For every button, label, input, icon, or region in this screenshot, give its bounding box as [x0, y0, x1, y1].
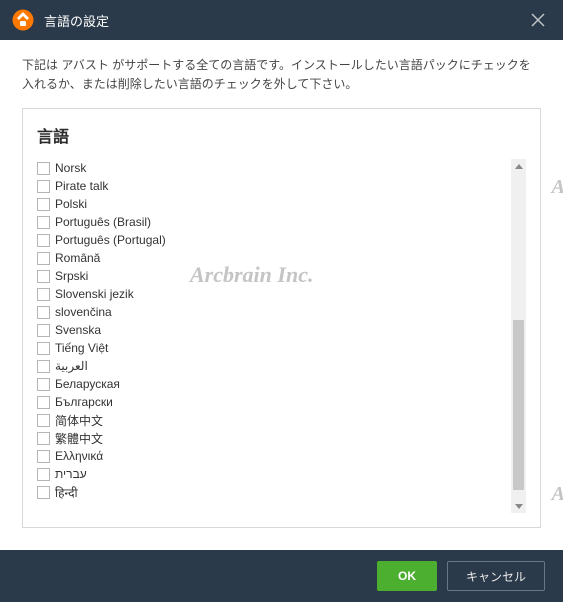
language-checkbox[interactable]	[37, 252, 50, 265]
description-text: 下記は アバスト がサポートする全ての言語です。インストールしたい言語パックにチ…	[0, 40, 563, 108]
language-item[interactable]: 简体中文	[37, 411, 509, 429]
footer: OK キャンセル	[0, 550, 563, 602]
language-label: Ελληνικά	[55, 449, 103, 463]
language-item[interactable]: Pirate talk	[37, 177, 509, 195]
language-checkbox[interactable]	[37, 360, 50, 373]
close-icon	[531, 13, 545, 27]
language-item[interactable]: العربية	[37, 357, 509, 375]
language-item[interactable]: Slovenski jezik	[37, 285, 509, 303]
language-checkbox[interactable]	[37, 486, 50, 499]
language-item[interactable]: Ελληνικά	[37, 447, 509, 465]
scroll-thumb[interactable]	[513, 320, 524, 490]
language-checkbox[interactable]	[37, 180, 50, 193]
language-item[interactable]: Polski	[37, 195, 509, 213]
language-item[interactable]: Tiếng Việt	[37, 339, 509, 357]
language-checkbox[interactable]	[37, 324, 50, 337]
language-item[interactable]: עברית	[37, 465, 509, 483]
language-label: हिन्दी	[55, 484, 78, 501]
language-checkbox[interactable]	[37, 396, 50, 409]
language-label: Português (Brasil)	[55, 215, 151, 229]
scroll-track[interactable]	[511, 173, 526, 499]
language-label: Slovenski jezik	[55, 287, 134, 301]
language-item[interactable]: Svenska	[37, 321, 509, 339]
language-label: Pirate talk	[55, 179, 108, 193]
language-item[interactable]: Srpski	[37, 267, 509, 285]
language-item[interactable]: Română	[37, 249, 509, 267]
language-label: Беларуская	[55, 377, 120, 391]
scrollbar[interactable]	[511, 159, 526, 513]
language-item[interactable]: Português (Brasil)	[37, 213, 509, 231]
language-label: Norsk	[55, 161, 86, 175]
language-label: العربية	[55, 359, 88, 373]
language-label: 简体中文	[55, 412, 103, 429]
language-checkbox[interactable]	[37, 162, 50, 175]
chevron-up-icon	[515, 164, 523, 169]
cancel-button[interactable]: キャンセル	[447, 561, 545, 591]
language-panel: 言語 Norsk Pirate talk Polski Português (Bras…	[22, 108, 541, 528]
language-checkbox[interactable]	[37, 270, 50, 283]
language-checkbox[interactable]	[37, 216, 50, 229]
language-checkbox[interactable]	[37, 288, 50, 301]
language-label: slovenčina	[55, 305, 112, 319]
language-item[interactable]: Български	[37, 393, 509, 411]
language-list-wrap: Norsk Pirate talk Polski Português (Brasil)…	[37, 159, 526, 513]
language-label: עברית	[55, 467, 87, 481]
language-label: Svenska	[55, 323, 101, 337]
watermark: A	[552, 483, 563, 506]
language-label: Português (Portugal)	[55, 233, 166, 247]
ok-button[interactable]: OK	[377, 561, 437, 591]
language-item[interactable]: slovenčina	[37, 303, 509, 321]
watermark: A	[552, 176, 563, 199]
language-checkbox[interactable]	[37, 450, 50, 463]
language-checkbox[interactable]	[37, 306, 50, 319]
titlebar: 言語の設定	[0, 0, 563, 40]
language-checkbox[interactable]	[37, 234, 50, 247]
chevron-down-icon	[515, 504, 523, 509]
language-list: Norsk Pirate talk Polski Português (Brasil)…	[37, 159, 511, 513]
scroll-up-button[interactable]	[511, 159, 526, 173]
language-item[interactable]: Norsk	[37, 159, 509, 177]
language-item[interactable]: Беларуская	[37, 375, 509, 393]
window-title: 言語の設定	[44, 11, 513, 30]
language-label: Tiếng Việt	[55, 341, 108, 355]
language-label: Български	[55, 395, 113, 409]
language-checkbox[interactable]	[37, 414, 50, 427]
language-label: Polski	[55, 197, 87, 211]
language-item[interactable]: Português (Portugal)	[37, 231, 509, 249]
language-checkbox[interactable]	[37, 468, 50, 481]
language-checkbox[interactable]	[37, 378, 50, 391]
language-checkbox[interactable]	[37, 432, 50, 445]
language-item[interactable]: हिन्दी	[37, 483, 509, 501]
language-label: Română	[55, 251, 100, 265]
scroll-down-button[interactable]	[511, 499, 526, 513]
language-checkbox[interactable]	[37, 342, 50, 355]
language-item[interactable]: 繁體中文	[37, 429, 509, 447]
close-button[interactable]	[513, 0, 563, 40]
language-label: 繁體中文	[55, 430, 103, 447]
avast-logo-icon	[12, 9, 34, 31]
panel-heading: 言語	[37, 123, 526, 147]
language-checkbox[interactable]	[37, 198, 50, 211]
language-label: Srpski	[55, 269, 88, 283]
